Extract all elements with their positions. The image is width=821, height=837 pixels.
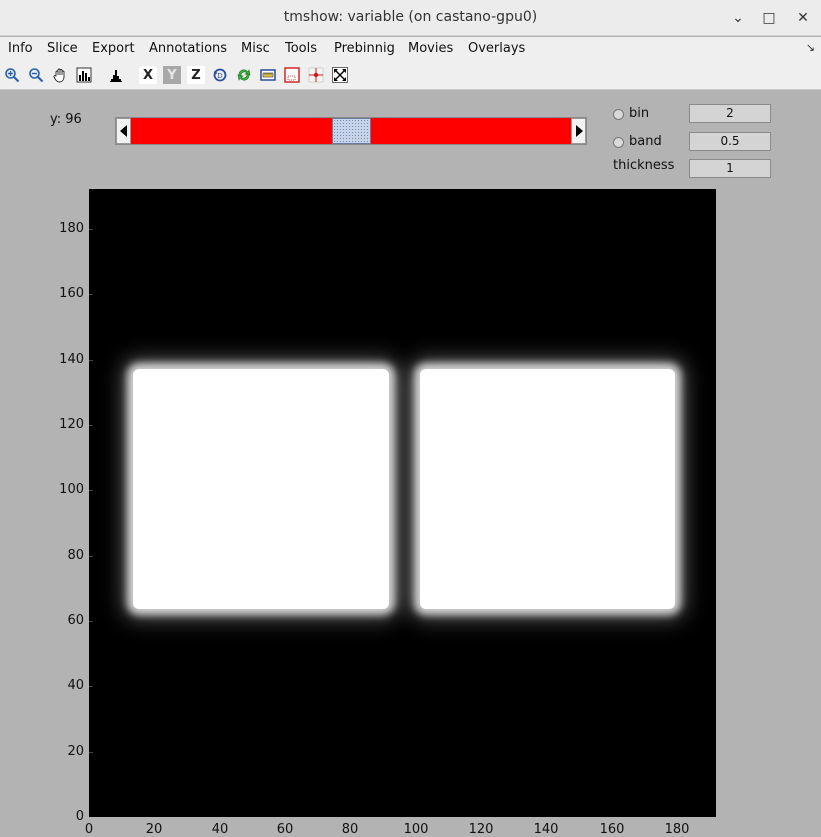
y-tick-mark (89, 621, 93, 622)
sync-icon[interactable] (235, 66, 253, 84)
histogram-icon[interactable] (107, 66, 125, 84)
y-axis-button[interactable]: Y (163, 66, 181, 84)
rotate-3d-icon[interactable]: D (211, 66, 229, 84)
window-title: tmshow: variable (on castano-gpu0) (283, 9, 538, 25)
y-tick-mark (89, 490, 93, 491)
minimize-button[interactable]: ⌄ (728, 8, 748, 28)
slider-right-arrow[interactable] (571, 118, 586, 144)
y-tick-mark (89, 294, 93, 295)
menu-overlays[interactable]: Overlays (468, 41, 525, 56)
title-bar: tmshow: variable (on castano-gpu0) ⌄ □ ✕ (0, 0, 821, 36)
slice-axis-label: y: 96 (50, 112, 82, 127)
y-tick-label: 100 (59, 482, 84, 497)
y-tick-label: 180 (59, 221, 84, 236)
y-tick-mark (89, 686, 93, 687)
bin-field[interactable]: 2 (689, 104, 771, 123)
y-tick-label: 140 (59, 352, 84, 367)
menu-prebinnig[interactable]: Prebinnig (334, 41, 395, 56)
y-tick-mark (89, 229, 93, 230)
x-axis-button[interactable]: X (139, 66, 157, 84)
slice-slider[interactable] (115, 117, 587, 145)
y-tick-mark (89, 360, 93, 361)
y-tick-label: 80 (67, 548, 84, 563)
menu-slice[interactable]: Slice (47, 41, 78, 56)
image-canvas[interactable] (89, 189, 716, 817)
menu-movies[interactable]: Movies (408, 41, 453, 56)
bright-region-left (133, 369, 389, 609)
y-tick-mark (89, 556, 93, 557)
pan-hand-icon[interactable] (51, 66, 69, 84)
band-label: band (629, 134, 662, 149)
bright-region-right (420, 369, 675, 609)
menu-annotations[interactable]: Annotations (149, 41, 227, 56)
crosshair-icon[interactable] (307, 66, 325, 84)
x-tick-label: 40 (211, 822, 229, 837)
svg-text:D: D (217, 72, 222, 80)
slider-left-arrow[interactable] (116, 118, 131, 144)
menu-info[interactable]: Info (8, 41, 33, 56)
x-tick-label: 20 (145, 822, 163, 837)
x-tick-label: 60 (276, 822, 294, 837)
contrast-icon[interactable] (75, 66, 93, 84)
y-tick-label: 40 (67, 678, 84, 693)
ruler-icon[interactable] (259, 66, 277, 84)
x-tick-label: 140 (533, 822, 559, 837)
x-tick-label: 80 (341, 822, 359, 837)
maximize-button[interactable]: □ (759, 8, 779, 28)
x-tick-label: 100 (403, 822, 429, 837)
zoom-in-icon[interactable] (3, 66, 21, 84)
y-tick-label: 120 (59, 417, 84, 432)
toolbar: X Y Z D (0, 61, 821, 90)
menu-tools[interactable]: Tools (285, 41, 317, 56)
z-axis-button[interactable]: Z (187, 66, 205, 84)
x-tick-label: 180 (664, 822, 690, 837)
x-tick-label: 160 (599, 822, 625, 837)
band-radio[interactable] (613, 137, 624, 148)
band-field[interactable]: 0.5 (689, 132, 771, 151)
thickness-label: thickness (613, 158, 675, 173)
menu-misc[interactable]: Misc (241, 41, 270, 56)
y-tick-label: 20 (67, 744, 84, 759)
close-button[interactable]: ✕ (793, 8, 813, 28)
slider-thumb[interactable] (331, 118, 371, 144)
menu-overflow-icon[interactable]: ↘ (806, 41, 815, 54)
bin-label: bin (629, 106, 650, 121)
menu-export[interactable]: Export (92, 41, 135, 56)
x-tick-label: 0 (84, 822, 94, 837)
menu-bar: Info Slice Export Annotations Misc Tools… (0, 37, 821, 61)
fullscreen-icon[interactable] (331, 66, 349, 84)
y-tick-mark (89, 752, 93, 753)
selection-box-icon[interactable] (283, 66, 301, 84)
thickness-field[interactable]: 1 (689, 159, 771, 178)
zoom-out-icon[interactable] (27, 66, 45, 84)
bin-radio[interactable] (613, 109, 624, 120)
x-tick-label: 120 (468, 822, 494, 837)
y-tick-label: 160 (59, 286, 84, 301)
y-tick-mark (89, 425, 93, 426)
y-tick-label: 60 (67, 613, 84, 628)
